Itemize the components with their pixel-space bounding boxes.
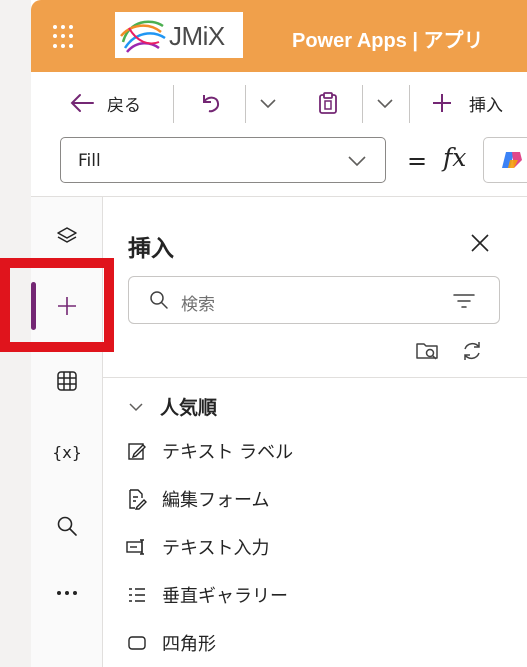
chevron-down-icon: [129, 402, 143, 411]
toolbar-separator: [173, 85, 174, 123]
tree-view-button[interactable]: [31, 213, 103, 261]
insert-item-text-input[interactable]: テキスト入力: [126, 531, 269, 563]
insert-item-text-label[interactable]: テキスト ラベル: [126, 435, 293, 467]
toolbar-separator: [245, 85, 246, 123]
command-bar: 戻る 挿入: [31, 72, 527, 134]
copilot-button[interactable]: [483, 137, 527, 183]
chevron-down-icon: [377, 99, 393, 109]
paste-button[interactable]: [317, 72, 339, 134]
search-icon: [150, 291, 168, 309]
variables-icon: {x}: [52, 442, 82, 462]
copilot-icon: [502, 152, 522, 168]
text-input-icon: [126, 539, 144, 555]
company-logo: JMiX: [115, 12, 243, 58]
panel-divider: [103, 377, 527, 378]
insert-item-edit-form[interactable]: 編集フォーム: [126, 483, 269, 515]
search-placeholder: 検索: [181, 295, 215, 315]
fx-icon[interactable]: fx: [443, 143, 466, 172]
refresh-icon[interactable]: [460, 339, 484, 363]
app-launcher-icon[interactable]: [53, 25, 77, 49]
more-rail-button[interactable]: [31, 569, 103, 617]
paste-dropdown-button[interactable]: [376, 72, 394, 134]
insert-item-vertical-gallery[interactable]: 垂直ギャラリー: [126, 579, 288, 611]
toolbar-separator: [362, 85, 363, 123]
search-input[interactable]: 検索: [128, 276, 500, 324]
group-header-popular[interactable]: 人気順: [128, 393, 217, 420]
form-edit-icon: [129, 489, 147, 510]
undo-icon: [203, 95, 220, 113]
toolbar-separator: [409, 85, 410, 123]
item-label: テキスト ラベル: [162, 442, 294, 463]
item-label: 編集フォーム: [162, 490, 270, 511]
folder-search-icon[interactable]: [415, 339, 441, 363]
app-header: JMiX Power Apps | アプリ: [31, 0, 527, 72]
item-label: テキスト入力: [162, 538, 270, 559]
app-title: Power Apps | アプリ: [292, 30, 484, 52]
clipboard-icon: [319, 92, 337, 114]
item-label: 四角形: [162, 634, 216, 655]
undo-button[interactable]: [199, 72, 223, 134]
chevron-down-icon: [260, 99, 276, 109]
group-label: 人気順: [160, 397, 218, 419]
rectangle-icon: [128, 636, 146, 650]
logo-text: JMiX: [169, 21, 225, 51]
back-button[interactable]: 戻る: [69, 72, 141, 134]
insert-panel: 挿入 検索 人気順 テキスト ラベル 編集フォーム テキスト入力 垂直ギャラリー…: [103, 197, 527, 667]
back-label: 戻る: [107, 95, 141, 116]
panel-title: 挿入: [128, 236, 174, 262]
equals-sign: =: [407, 147, 428, 175]
edit-icon: [128, 443, 146, 460]
item-label: 垂直ギャラリー: [162, 586, 288, 607]
data-rail-button[interactable]: [31, 357, 103, 405]
plus-icon: [433, 94, 451, 112]
search-rail-button[interactable]: [31, 502, 103, 550]
filter-icon[interactable]: [453, 293, 475, 309]
search-icon: [57, 516, 77, 536]
list-icon: [129, 588, 145, 602]
property-value: Fill: [78, 151, 101, 171]
layers-icon: [57, 227, 77, 243]
undo-dropdown-button[interactable]: [259, 72, 277, 134]
highlight-box: [0, 258, 114, 352]
more-icon: [57, 591, 77, 595]
property-dropdown[interactable]: Fill: [60, 137, 386, 183]
close-icon[interactable]: [470, 233, 490, 253]
table-icon: [57, 371, 77, 391]
insert-item-rectangle[interactable]: 四角形: [126, 627, 216, 659]
back-arrow-icon: [70, 94, 94, 112]
chevron-down-icon: [348, 156, 366, 167]
variables-rail-button[interactable]: {x}: [31, 428, 103, 476]
insert-button[interactable]: 挿入: [431, 72, 503, 134]
insert-label: 挿入: [469, 95, 503, 116]
